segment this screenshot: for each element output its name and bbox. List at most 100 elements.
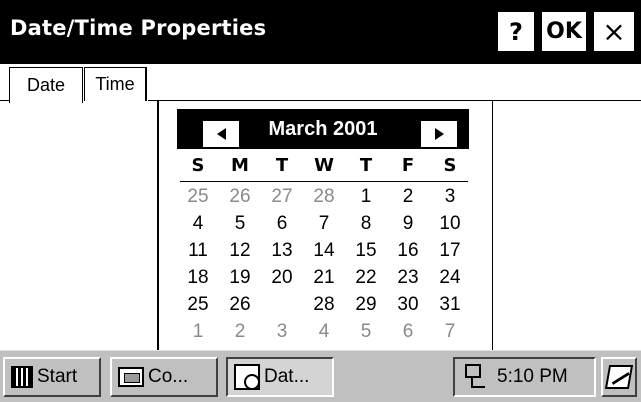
calendar-day[interactable]: 3 [432,185,468,209]
calendar-day[interactable]: 6 [390,320,426,344]
system-tray[interactable]: 5:10 PM [453,357,596,397]
calendar-day[interactable]: 4 [180,212,216,236]
calendar-day-number: 3 [276,321,288,342]
calendar-day[interactable]: 26 [222,185,258,209]
date-time-icon [234,364,260,390]
window-title: Date/Time Properties [10,16,267,40]
calendar-day-number: 1 [192,321,204,342]
calendar-day-number: 27 [271,294,293,315]
calendar-day-number: 29 [355,294,377,315]
calendar-day[interactable]: 18 [180,266,216,290]
calendar-day-selected[interactable]: 27 [264,292,300,318]
calendar-day-number: 14 [313,240,335,261]
tab-time[interactable]: Time [84,67,147,101]
calendar-day-number: 5 [234,213,246,234]
calendar-day[interactable]: 7 [306,212,342,236]
calendar-day[interactable]: 19 [222,266,258,290]
taskbar-item-label: Dat... [264,366,310,387]
calendar-day-number: 4 [192,213,204,234]
calendar-day-grid: 25 26 27 28 1 2 3 4 5 6 7 8 9 10 11 12 13 14 15 16 17 18 19 20 2… [160,101,490,350]
calendar-day-number: 23 [397,267,419,288]
calendar-day-number: 26 [229,294,251,315]
calendar-day-number: 21 [313,267,335,288]
calendar-day[interactable]: 20 [264,266,300,290]
start-label: Start [37,366,78,387]
right-pane-divider [492,101,493,350]
calendar-day[interactable]: 6 [264,212,300,236]
tab-date[interactable]: Date [9,67,83,103]
calendar-day[interactable]: 10 [432,212,468,236]
calendar-day[interactable]: 7 [432,320,468,344]
calendar-day[interactable]: 11 [180,239,216,263]
calendar-day[interactable]: 29 [348,293,384,317]
calendar-day-number: 18 [187,267,209,288]
calendar-day-number: 9 [402,213,414,234]
calendar-day[interactable]: 14 [306,239,342,263]
calendar-day-number: 19 [229,267,251,288]
taskbar-item-control-panel[interactable]: Co... [110,357,218,397]
calendar-day[interactable]: 1 [180,320,216,344]
calendar-day[interactable]: 2 [222,320,258,344]
calendar-day-number: 12 [229,240,251,261]
calendar-day-number: 6 [276,213,288,234]
show-desktop-button[interactable] [601,357,637,397]
calendar-day[interactable]: 23 [390,266,426,290]
calendar-day-number: 4 [318,321,330,342]
calendar-day-number: 28 [313,294,335,315]
calendar-day-number: 20 [271,267,293,288]
calendar-day[interactable]: 27 [264,185,300,209]
help-button[interactable]: ? [498,12,534,51]
calendar-day-number: 2 [234,321,246,342]
calendar-day-number: 3 [444,186,456,207]
calendar-day-number: 31 [439,294,461,315]
calendar-day[interactable]: 5 [348,320,384,344]
calendar-day[interactable]: 8 [348,212,384,236]
calendar-day-number: 10 [439,213,461,234]
calendar-day[interactable]: 9 [390,212,426,236]
taskbar-item-date-time[interactable]: Dat... [226,357,334,397]
start-icon [11,366,33,388]
calendar-day-number: 1 [360,186,372,207]
calendar-day[interactable]: 16 [390,239,426,263]
calendar-day-number: 13 [271,240,293,261]
calendar-day-number: 26 [229,186,251,207]
calendar-day[interactable]: 2 [390,185,426,209]
calendar-day-number: 8 [360,213,372,234]
calendar-day-number: 24 [439,267,461,288]
close-button[interactable]: × [594,12,634,51]
calendar-day-number: 2 [402,186,414,207]
tab-strip: Date Time [0,64,641,103]
calendar-day[interactable]: 4 [306,320,342,344]
calendar-day-number: 25 [187,186,209,207]
calendar-day-number: 7 [444,321,456,342]
calendar-day[interactable]: 1 [348,185,384,209]
calendar-day[interactable]: 5 [222,212,258,236]
calendar-day[interactable]: 30 [390,293,426,317]
calendar-day[interactable]: 28 [306,185,342,209]
calendar-day[interactable]: 25 [180,293,216,317]
month-calendar: March 2001 S M T W T F S 25 26 27 28 1 2 3 4 5 6 7… [160,101,490,350]
calendar-day[interactable]: 12 [222,239,258,263]
calendar-day[interactable]: 31 [432,293,468,317]
calendar-day-number: 16 [397,240,419,261]
clock[interactable]: 5:10 PM [497,366,568,388]
calendar-day-number: 17 [439,240,461,261]
taskbar-item-label: Co... [148,366,189,387]
network-icon[interactable] [463,364,485,390]
calendar-day[interactable]: 15 [348,239,384,263]
calendar-day[interactable]: 25 [180,185,216,209]
calendar-day[interactable]: 17 [432,239,468,263]
calendar-day-number: 30 [397,294,419,315]
ok-button[interactable]: OK [542,12,586,51]
calendar-day[interactable]: 13 [264,239,300,263]
desktop-icon [604,365,634,389]
calendar-day[interactable]: 21 [306,266,342,290]
calendar-day[interactable]: 26 [222,293,258,317]
left-pane-divider [157,101,159,350]
calendar-day[interactable]: 24 [432,266,468,290]
calendar-day[interactable]: 22 [348,266,384,290]
title-bar: Date/Time Properties ? OK × [0,0,641,64]
calendar-day[interactable]: 3 [264,320,300,344]
start-button[interactable]: Start [3,357,101,397]
calendar-day[interactable]: 28 [306,293,342,317]
